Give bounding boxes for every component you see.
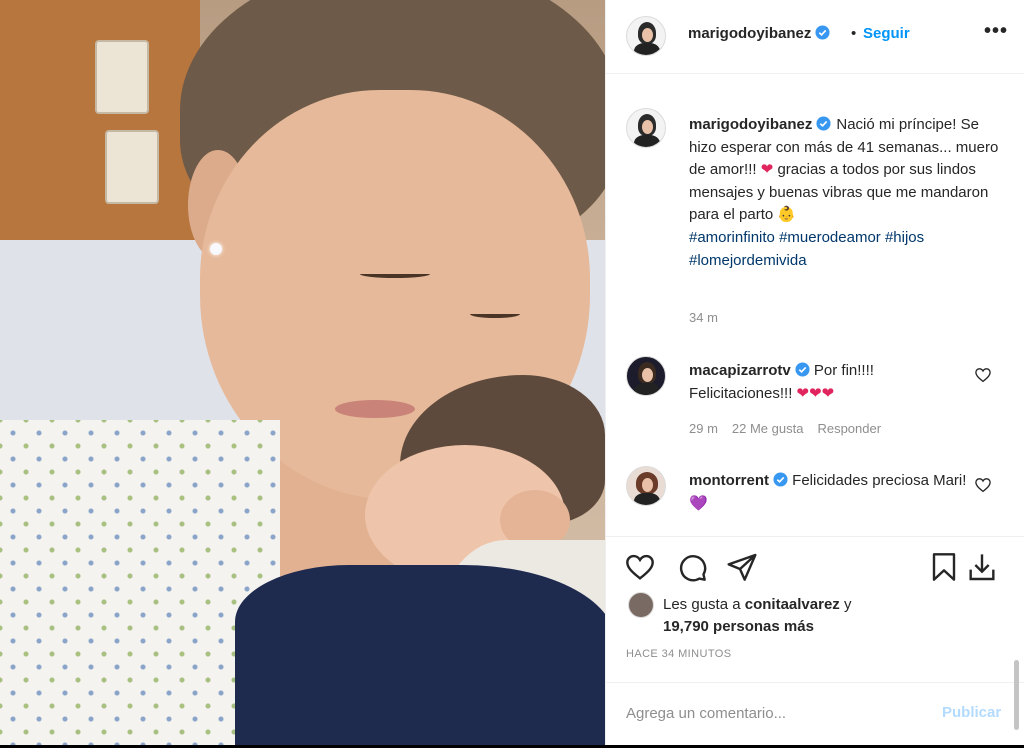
post-side-panel: marigodoyibanez • Seguir ••• marigodoyib… [605, 0, 1024, 745]
commenter-avatar[interactable] [626, 466, 666, 506]
instagram-post: marigodoyibanez • Seguir ••• marigodoyib… [0, 0, 1024, 745]
post-header: marigodoyibanez • Seguir ••• [606, 0, 1024, 74]
commenter-username[interactable]: montorrent [689, 472, 788, 489]
reply-button[interactable]: Responder [817, 421, 881, 436]
hashtag-link[interactable]: #muerodeamor [779, 229, 881, 246]
hearts-emoji: ❤❤❤ [796, 384, 835, 402]
post-timestamp[interactable]: HACE 34 MINUTOS [626, 648, 731, 660]
hashtag-link[interactable]: #amorinfinito [689, 229, 775, 246]
commenter-username-text[interactable]: macapizarrotv [689, 362, 791, 379]
photo-earring [210, 243, 222, 255]
verified-badge-icon [816, 116, 831, 131]
bookmark-icon[interactable] [928, 551, 960, 583]
heart-emoji: ❤ [760, 161, 774, 179]
publish-button[interactable]: Publicar [942, 704, 1001, 721]
share-icon[interactable] [726, 551, 758, 583]
photo-outlet [95, 40, 149, 114]
photo-mouth [335, 400, 415, 418]
more-options-icon[interactable]: ••• [984, 20, 1008, 43]
caption-time[interactable]: 34 m [689, 310, 718, 325]
liker-avatar[interactable] [628, 592, 654, 618]
author-username-text[interactable]: marigodoyibanez [688, 25, 811, 42]
hashtag-link[interactable]: #hijos [885, 229, 924, 246]
liker-username[interactable]: conitaalvarez [745, 596, 840, 613]
comment-body: Felicidades preciosa Mari! [792, 472, 967, 489]
comment-meta: 29 m 22 Me gusta Responder [689, 421, 895, 436]
commenter-username[interactable]: macapizarrotv [689, 362, 810, 379]
baby-emoji: 👶 [777, 206, 797, 224]
like-comment-heart-icon[interactable] [974, 476, 992, 494]
hashtag-link[interactable]: #lomejordemivida [689, 252, 807, 269]
comment-text: macapizarrotv Por fin!!!! Felicitaciones… [689, 360, 969, 405]
photo-wall [0, 0, 200, 250]
author-username[interactable]: marigodoyibanez [688, 25, 830, 42]
download-icon[interactable] [966, 551, 998, 583]
likes-prefix: Les gusta a [663, 596, 745, 613]
photo-outlet [105, 130, 159, 204]
comment-input[interactable] [626, 701, 926, 725]
like-comment-heart-icon[interactable] [974, 366, 992, 384]
caption-author-avatar[interactable] [626, 108, 666, 148]
comment-time[interactable]: 29 m [689, 421, 718, 436]
likes-summary: Les gusta a conitaalvarez y 19,790 person… [663, 594, 1003, 638]
comment-text: montorrent Felicidades preciosa Mari! 💜 [689, 470, 969, 515]
purple-heart-emoji: 💜 [689, 494, 708, 512]
caption-text: marigodoyibanez Nació mi príncipe! Se hiz… [689, 114, 1009, 272]
comment-likes[interactable]: 22 Me gusta [732, 421, 804, 436]
photo-eye [470, 310, 520, 318]
author-avatar[interactable] [626, 16, 666, 56]
follow-button[interactable]: Seguir [863, 25, 910, 42]
post-photo[interactable] [0, 0, 605, 745]
verified-badge-icon [795, 362, 810, 377]
scrollbar[interactable] [1014, 660, 1019, 730]
verified-badge-icon [815, 25, 830, 40]
caption-author-username-text[interactable]: marigodoyibanez [689, 116, 812, 133]
photo-eye [360, 270, 430, 278]
comment-icon[interactable] [676, 551, 708, 583]
likes-joiner: y [839, 596, 852, 613]
likes-count[interactable]: 19,790 personas más [663, 618, 814, 635]
commenter-username-text[interactable]: montorrent [689, 472, 769, 489]
verified-badge-icon [773, 472, 788, 487]
add-comment-bar: Publicar [606, 682, 1024, 745]
heart-icon[interactable] [624, 551, 656, 583]
separator-dot: • [851, 25, 857, 42]
action-bar [606, 536, 1024, 596]
commenter-avatar[interactable] [626, 356, 666, 396]
caption-author-username[interactable]: marigodoyibanez [689, 116, 831, 133]
photo-sweater [235, 565, 605, 745]
